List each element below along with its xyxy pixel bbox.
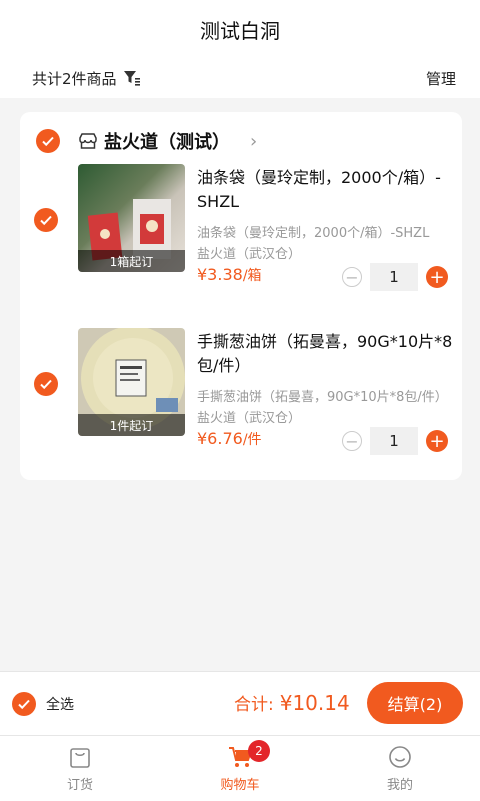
item-select-checkbox[interactable] xyxy=(34,372,58,396)
decrease-button[interactable]: − xyxy=(342,431,362,451)
checkout-button[interactable]: 结算(2) xyxy=(367,682,463,724)
quantity-stepper: − 1 + xyxy=(342,263,448,291)
tab-cart[interactable]: 2 购物车 xyxy=(160,736,320,801)
shop-name: 盐火道（测试） xyxy=(104,132,230,153)
store-icon xyxy=(78,132,98,150)
cart-item: 1件起订 手撕葱油饼（拓曼喜，90G*10片*8包/件） 手撕葱油饼（拓曼喜，9… xyxy=(20,328,462,455)
bag-icon xyxy=(70,748,90,768)
tab-order[interactable]: 订货 xyxy=(0,736,160,801)
page-header: 测试白洞 xyxy=(0,0,480,58)
quantity-field[interactable]: 1 xyxy=(370,427,418,455)
decrease-button[interactable]: − xyxy=(342,267,362,287)
cart-count-badge: 2 xyxy=(248,740,270,762)
warehouse-label: 盐火道（武汉仓） xyxy=(197,247,302,262)
total-amount: ¥10.14 xyxy=(279,691,350,715)
shop-header[interactable]: 盐火道（测试） › xyxy=(36,128,257,154)
product-spec: 油条袋（曼玲定制，2000个/箱）-SHZL xyxy=(197,226,430,241)
min-order-label: 1箱起订 xyxy=(78,250,185,272)
select-all-checkbox[interactable] xyxy=(12,692,36,716)
price-value: ¥6.76 xyxy=(197,429,243,448)
product-title[interactable]: 手撕葱油饼（拓曼喜，90G*10片*8包/件） xyxy=(197,330,457,378)
manage-button[interactable]: 管理 xyxy=(426,68,456,89)
total-price: 合计: ¥10.14 xyxy=(234,690,350,715)
filter-icon[interactable] xyxy=(123,70,141,86)
product-image[interactable]: 1件起订 xyxy=(78,328,185,436)
warehouse-label: 盐火道（武汉仓） xyxy=(197,411,302,426)
cart-summary-bar: 共计2件商品 管理 xyxy=(0,58,480,98)
page-title: 测试白洞 xyxy=(200,18,280,43)
increase-button[interactable]: + xyxy=(426,266,448,288)
item-count-label: 共计2件商品 xyxy=(32,69,117,88)
tab-label: 订货 xyxy=(66,778,93,793)
min-order-label: 1件起订 xyxy=(78,414,185,436)
quantity-field[interactable]: 1 xyxy=(370,263,418,291)
shop-select-checkbox[interactable] xyxy=(36,129,60,153)
checkout-bar: 全选 合计: ¥10.14 结算(2) xyxy=(0,671,480,735)
select-all-toggle[interactable]: 全选 xyxy=(12,692,74,716)
product-price: ¥6.76/件 xyxy=(197,429,262,449)
bottom-tab-bar: 订货 2 购物车 我的 xyxy=(0,735,480,801)
product-spec: 手撕葱油饼（拓曼喜，90G*10片*8包/件） xyxy=(197,390,448,405)
product-price: ¥3.38/箱 xyxy=(197,265,262,285)
price-unit: /箱 xyxy=(242,268,262,284)
total-label: 合计: xyxy=(234,695,274,715)
cart-item: 1箱起订 油条袋（曼玲定制，2000个/箱）-SHZL 油条袋（曼玲定制，200… xyxy=(20,164,462,291)
item-select-checkbox[interactable] xyxy=(34,208,58,232)
price-value: ¥3.38 xyxy=(197,265,243,284)
select-all-label: 全选 xyxy=(46,697,74,713)
chevron-right-icon[interactable]: › xyxy=(250,131,257,152)
smile-icon xyxy=(389,746,411,768)
tab-mine[interactable]: 我的 xyxy=(320,736,480,801)
shop-cart-card: 盐火道（测试） › 1箱起订 油条袋（曼玲定制，2000个/箱）-SHZL 油条… xyxy=(20,112,462,480)
tab-label: 我的 xyxy=(386,778,413,793)
product-image[interactable]: 1箱起订 xyxy=(78,164,185,272)
tab-label: 购物车 xyxy=(220,778,260,793)
product-title[interactable]: 油条袋（曼玲定制，2000个/箱）-SHZL xyxy=(197,166,457,214)
increase-button[interactable]: + xyxy=(426,430,448,452)
quantity-stepper: − 1 + xyxy=(342,427,448,455)
price-unit: /件 xyxy=(242,432,262,448)
